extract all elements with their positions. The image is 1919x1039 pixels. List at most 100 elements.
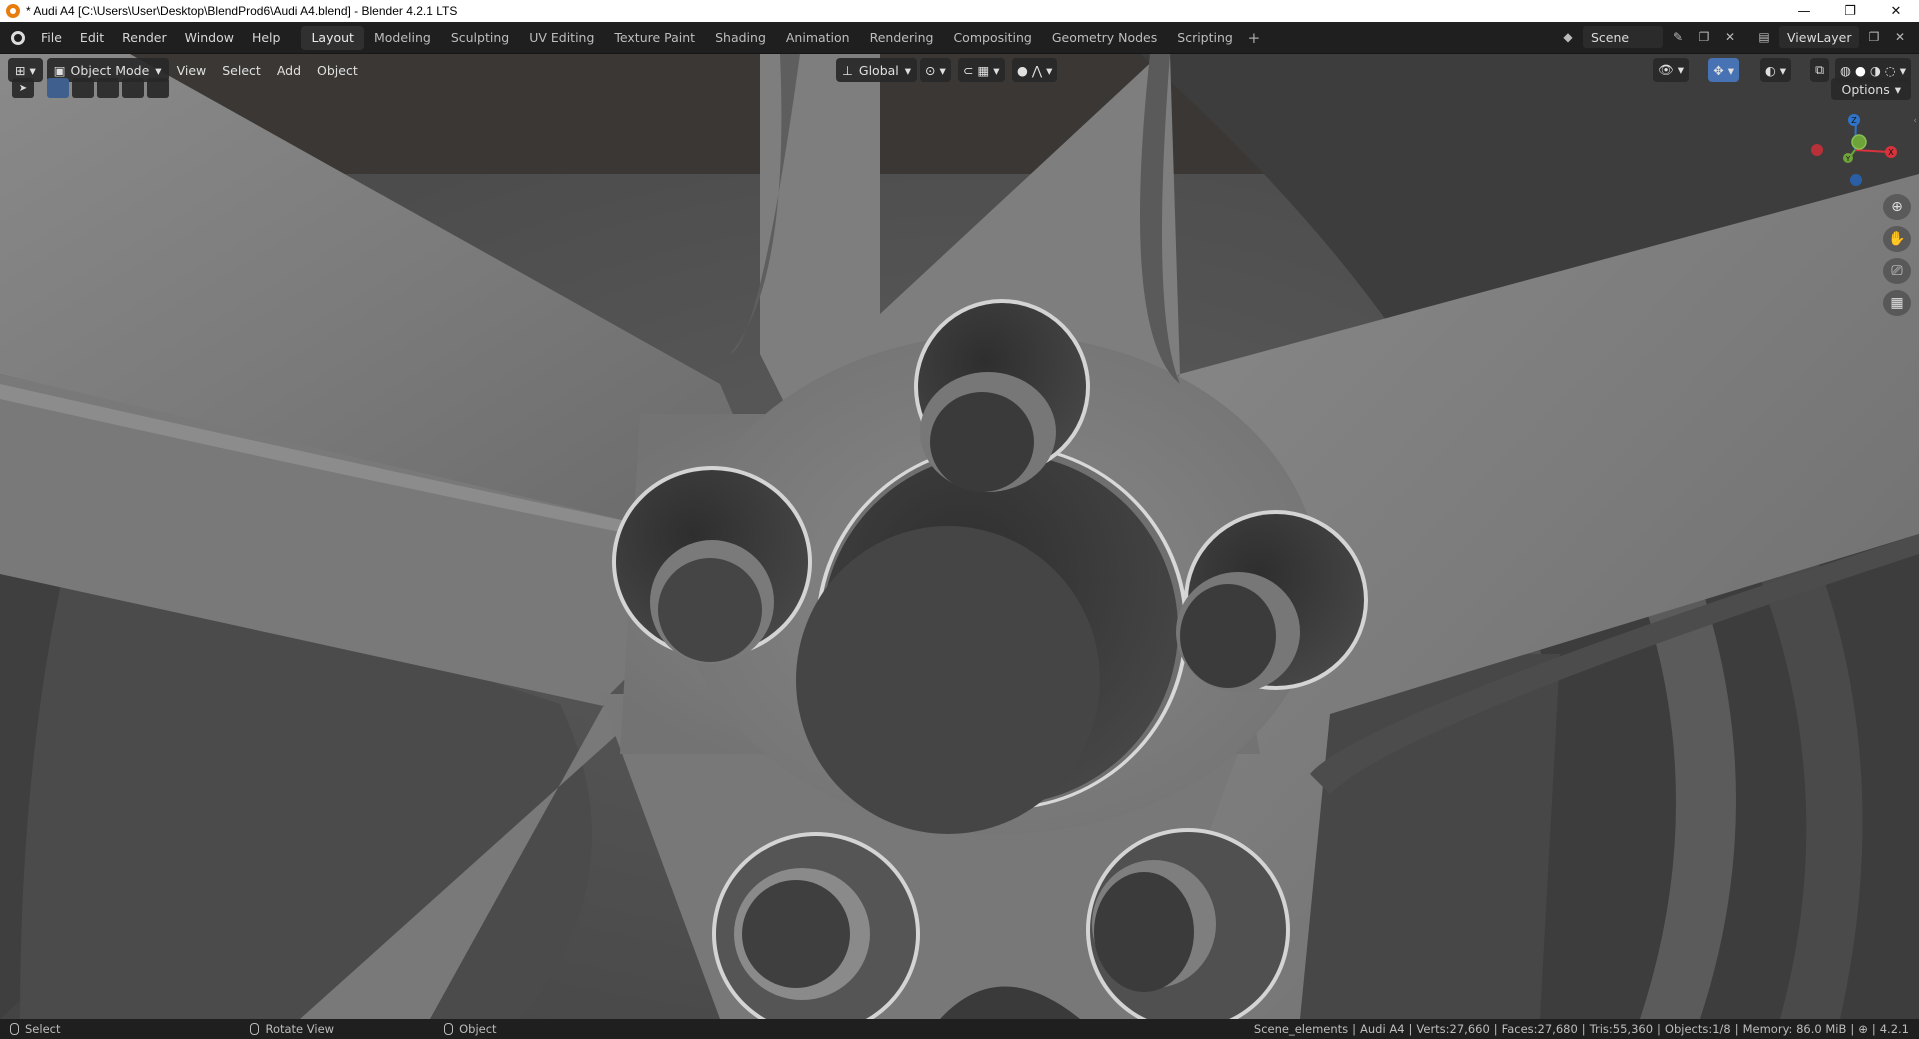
tab-geometry-nodes[interactable]: Geometry Nodes	[1042, 26, 1167, 50]
select-box-subtract-icon[interactable]	[97, 78, 119, 98]
tab-scripting[interactable]: Scripting	[1167, 26, 1243, 50]
select-tool-row: ➤	[12, 78, 169, 98]
visibility-dropdown[interactable]: 👁 ▾	[1652, 58, 1689, 82]
blender-window: { "window": { "title": "* Audi A4 [C:\\U…	[0, 0, 1919, 1039]
status-object: Object	[444, 1022, 497, 1036]
scene-selector-block: ◆ Scene ✎ ❐ ✕ ▤ ViewLayer ❐ ✕	[1557, 26, 1911, 48]
top-menubar: File Edit Render Window Help Layout Mode…	[0, 22, 1919, 54]
stat-collection: Scene_elements	[1253, 1022, 1349, 1036]
gizmo-z-neg-circle[interactable]	[1850, 174, 1862, 186]
tab-animation[interactable]: Animation	[776, 26, 860, 50]
stat-tris: Tris:55,360	[1589, 1022, 1654, 1036]
orientation-label: Global	[858, 62, 899, 78]
viewport-menu-select[interactable]: Select	[214, 58, 269, 82]
delete-view-layer-icon[interactable]: ✕	[1889, 26, 1911, 48]
pan-hand-icon[interactable]: ✋	[1883, 226, 1911, 252]
orientation-icon: ⊥	[842, 62, 853, 78]
status-select-label: Select	[25, 1022, 61, 1036]
close-button[interactable]: ✕	[1873, 0, 1919, 22]
pivot-point-dropdown[interactable]: ⊙ ▾	[920, 58, 951, 82]
workspace-tabs: Layout Modeling Sculpting UV Editing Tex…	[301, 25, 1265, 50]
window-title: * Audi A4 [C:\Users\User\Desktop\BlendPr…	[26, 4, 458, 18]
tweak-tool-icon[interactable]: ➤	[12, 78, 34, 98]
tab-shading[interactable]: Shading	[705, 26, 776, 50]
menu-edit[interactable]: Edit	[71, 26, 113, 50]
menu-render[interactable]: Render	[113, 26, 176, 50]
chevron-down-icon: ▾	[1894, 81, 1901, 97]
status-bar: Select Rotate View Object Scene_elements…	[0, 1019, 1919, 1039]
tab-uv-editing[interactable]: UV Editing	[519, 26, 604, 50]
blender-logo-icon	[6, 4, 20, 18]
material-shading-icon[interactable]: ◑	[1870, 63, 1881, 78]
viewport-menu-object[interactable]: Object	[309, 58, 366, 82]
wheel-render	[0, 54, 1919, 1019]
mode-label: Object Mode	[70, 62, 150, 78]
scene-name-field[interactable]: Scene	[1583, 26, 1663, 48]
navigation-gizmo[interactable]: Z X Y	[1811, 108, 1901, 198]
perspective-grid-icon[interactable]: ▦	[1883, 290, 1911, 316]
stat-memory: Memory: 86.0 MiB	[1742, 1022, 1847, 1036]
stat-verts: Verts:27,660	[1416, 1022, 1490, 1036]
new-view-layer-icon[interactable]: ❐	[1863, 26, 1885, 48]
3d-viewport[interactable]	[0, 54, 1919, 1019]
gizmo-x-label: X	[1888, 148, 1894, 157]
stat-version: 4.2.1	[1879, 1022, 1909, 1036]
stat-faces: Faces:27,680	[1501, 1022, 1578, 1036]
zoom-icon[interactable]: ⊕	[1883, 194, 1911, 220]
pin-icon[interactable]: ✎	[1667, 26, 1689, 48]
viewport-menu-add[interactable]: Add	[269, 58, 309, 82]
view-layer-icon[interactable]: ▤	[1753, 26, 1775, 48]
viewport-header: ⊞ ▾ ▣ Object Mode ▾ View Select Add Obje…	[0, 54, 1919, 86]
chevron-down-icon[interactable]: ▾	[1900, 63, 1906, 78]
mouse-left-icon	[10, 1023, 19, 1035]
view-layer-field[interactable]: ViewLayer	[1779, 26, 1859, 48]
stat-object: Audi A4	[1360, 1022, 1405, 1036]
viewport-menu-view[interactable]: View	[169, 58, 215, 82]
overlay-toggle[interactable]: ◐ ▾	[1759, 58, 1791, 82]
scene-icon[interactable]: ◆	[1557, 26, 1579, 48]
chevron-down-icon: ▾	[155, 62, 162, 78]
select-box-new-icon[interactable]	[47, 78, 69, 98]
camera-view-icon[interactable]: ⎚	[1883, 258, 1911, 284]
tab-sculpting[interactable]: Sculpting	[441, 26, 519, 50]
tab-layout[interactable]: Layout	[301, 25, 364, 50]
left-sidebar-toggle-icon[interactable]: ›	[2, 116, 6, 126]
options-label: Options	[1841, 81, 1890, 97]
tab-compositing[interactable]: Compositing	[943, 26, 1041, 50]
select-box-extend-icon[interactable]	[72, 78, 94, 98]
proportional-editing[interactable]: ● ⋀ ▾	[1012, 58, 1058, 82]
select-box-intersect-icon[interactable]	[147, 78, 169, 98]
options-dropdown[interactable]: Options ▾	[1831, 78, 1911, 100]
tab-texture-paint[interactable]: Texture Paint	[604, 26, 705, 50]
gizmo-y-neg-circle[interactable]	[1851, 134, 1867, 150]
menu-file[interactable]: File	[32, 26, 71, 50]
right-sidebar-toggle-icon[interactable]: ‹	[1913, 116, 1917, 126]
select-box-invert-icon[interactable]	[122, 78, 144, 98]
blender-menu-icon[interactable]	[4, 24, 32, 52]
gizmo-toggle[interactable]: ✥ ▾	[1708, 58, 1739, 82]
snap-controls[interactable]: ⊂ ▦ ▾	[958, 58, 1005, 82]
gpu-icon: ⊕	[1858, 1022, 1868, 1036]
minimize-button[interactable]: —	[1781, 0, 1827, 22]
wireframe-shading-icon[interactable]: ◍	[1840, 63, 1851, 78]
new-scene-icon[interactable]: ❐	[1693, 26, 1715, 48]
solid-shading-icon[interactable]: ●	[1855, 63, 1866, 78]
viewport-navigation-buttons: ⊕ ✋ ⎚ ▦	[1883, 194, 1911, 316]
xray-toggle[interactable]: ⧉	[1810, 58, 1829, 82]
menu-window[interactable]: Window	[176, 26, 243, 50]
tab-rendering[interactable]: Rendering	[860, 26, 944, 50]
menu-help[interactable]: Help	[243, 26, 290, 50]
stat-objects: Objects:1/8	[1664, 1022, 1731, 1036]
add-workspace-button[interactable]: +	[1243, 29, 1265, 47]
delete-scene-icon[interactable]: ✕	[1719, 26, 1741, 48]
gizmo-x-neg-circle[interactable]	[1811, 144, 1823, 156]
mouse-middle-icon	[250, 1023, 260, 1035]
transform-orientation-dropdown[interactable]: ⊥ Global ▾	[836, 58, 918, 82]
gizmo-y-label: Y	[1845, 155, 1851, 163]
object-mode-icon: ▣	[53, 62, 66, 78]
status-rotate-label: Rotate View	[265, 1022, 335, 1036]
tab-modeling[interactable]: Modeling	[364, 26, 441, 50]
restore-button[interactable]: ❐	[1827, 0, 1873, 22]
gizmo-z-label: Z	[1851, 116, 1857, 125]
rendered-shading-icon[interactable]: ◌	[1885, 63, 1896, 78]
